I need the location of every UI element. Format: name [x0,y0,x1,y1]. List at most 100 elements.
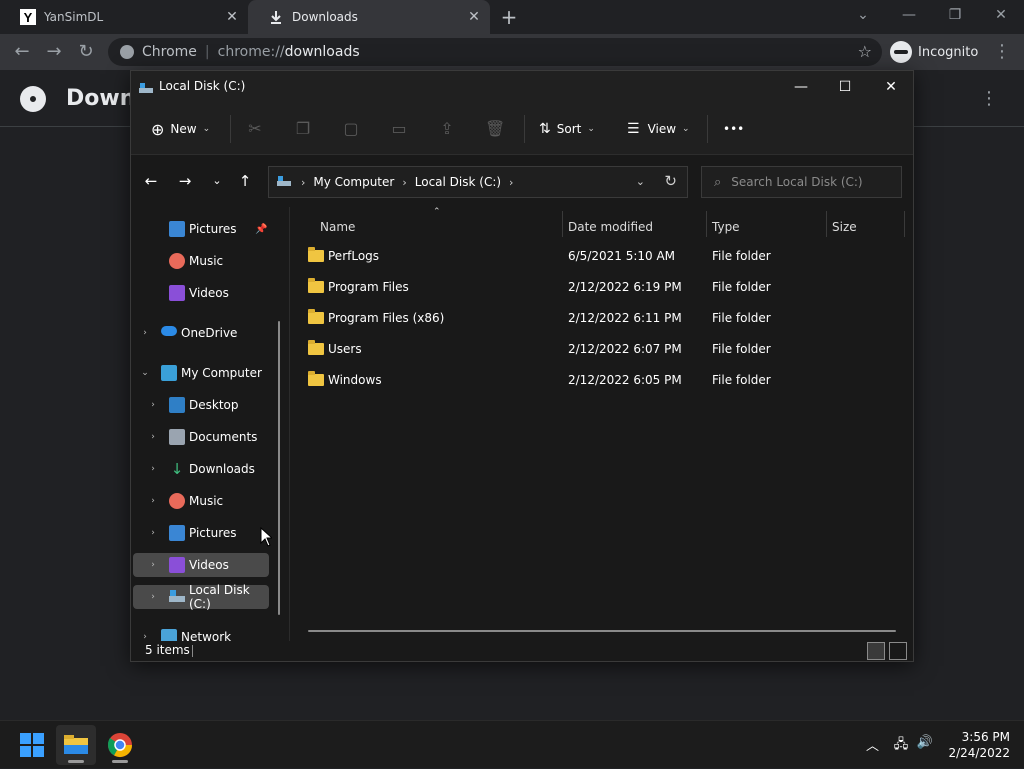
address-bar[interactable]: › My Computer › Local Disk (C:) › ⌄ ↻ [268,166,688,198]
omnibox[interactable]: Chrome | chrome:// downloads ☆ [108,38,882,66]
horizontal-scrollbar[interactable] [308,630,896,632]
minimize-icon[interactable]: — [787,75,815,99]
tab-yansimdl[interactable]: Y YanSimDL ✕ [0,0,248,34]
column-divider[interactable] [826,211,827,237]
bookmark-star-icon[interactable]: ☆ [858,42,872,61]
network-tray-icon[interactable]: 🖧 [892,735,910,753]
plus-circle-icon: ⊕ [151,119,165,139]
chevron-right-icon[interactable]: › [147,400,159,410]
breadcrumb-my-computer[interactable]: My Computer [313,175,394,189]
details-view-icon[interactable] [867,642,885,660]
url-path: downloads [284,44,360,60]
more-options-button[interactable]: ••• [723,117,744,141]
column-header-type[interactable]: Type [712,215,824,239]
chevron-right-icon[interactable]: › [147,592,159,602]
nav-item-music-quick[interactable]: Music [133,249,269,273]
site-label: Chrome [142,44,197,60]
pin-icon[interactable]: 📌 [255,224,267,235]
videos-icon [169,557,185,573]
breadcrumb-local-disk[interactable]: Local Disk (C:) [415,175,501,189]
refresh-icon[interactable]: ↻ [664,172,677,190]
search-box[interactable]: ⌕ Search Local Disk (C:) [701,166,902,198]
nav-item-network[interactable]: › Network [133,625,269,641]
large-icons-view-icon[interactable] [889,642,907,660]
back-icon[interactable]: ← [141,171,161,191]
nav-item-downloads[interactable]: › ↓ Downloads [133,457,269,481]
column-header-name[interactable]: Name [320,215,560,239]
column-divider[interactable] [904,211,905,237]
volume-icon[interactable]: 🔊 [916,735,934,753]
chevron-right-icon[interactable]: › [139,328,151,338]
table-row[interactable]: Program Files (x86) 2/12/2022 6:11 PM Fi… [306,307,896,331]
share-icon[interactable]: ⇪ [437,119,457,139]
delete-icon[interactable]: 🗑 [485,119,505,139]
restore-icon[interactable]: ❐ [940,4,970,26]
chevron-right-icon[interactable]: › [509,176,513,189]
downloads-menu-icon[interactable]: ⋮ [980,88,998,109]
copy-icon[interactable]: ❐ [293,119,313,139]
nav-item-videos-quick[interactable]: Videos [133,281,269,305]
nav-label: Videos [189,558,229,572]
rename-icon[interactable]: ▭ [389,119,409,139]
table-row[interactable]: Program Files 2/12/2022 6:19 PM File fol… [306,276,896,300]
nav-item-pictures[interactable]: › Pictures [133,521,269,545]
chevron-down-icon[interactable]: ⌄ [139,368,151,378]
up-icon[interactable]: ↑ [235,171,255,191]
table-row[interactable]: Users 2/12/2022 6:07 PM File folder [306,338,896,362]
taskbar-file-explorer[interactable] [56,725,96,765]
forward-icon[interactable]: → [175,171,195,191]
new-label: New [170,122,197,136]
chevron-right-icon[interactable]: › [139,632,151,641]
svg-text:Y: Y [24,10,33,25]
nav-item-my-computer[interactable]: ⌄ My Computer [133,361,269,385]
chevron-right-icon[interactable]: › [402,176,406,189]
view-button[interactable]: ☰ View ⌄ [627,117,690,141]
chevron-right-icon[interactable]: › [147,560,159,570]
close-tab-icon[interactable]: ✕ [224,9,240,25]
incognito-profile-button[interactable]: Incognito [890,40,978,64]
nav-item-documents[interactable]: › Documents [133,425,269,449]
nav-item-local-disk[interactable]: › Local Disk (C:) [133,583,269,611]
close-window-icon[interactable]: ✕ [986,4,1016,26]
nav-item-pictures-quick[interactable]: Pictures 📌 [133,217,269,241]
nav-item-onedrive[interactable]: › OneDrive [133,321,269,345]
recent-locations-icon[interactable]: ⌄ [207,171,227,191]
clock[interactable]: 3:56 PM 2/24/2022 [940,729,1010,761]
column-divider[interactable] [562,211,563,237]
nav-item-desktop[interactable]: › Desktop [133,393,269,417]
chevron-right-icon[interactable]: › [147,496,159,506]
nav-item-music[interactable]: › Music [133,489,269,513]
address-history-icon[interactable]: ⌄ [636,175,645,188]
tab-downloads[interactable]: Downloads ✕ [248,0,490,34]
close-window-icon[interactable]: ✕ [877,75,905,99]
navigation-scrollbar[interactable] [278,321,280,615]
tab-search-icon[interactable]: ⌄ [848,4,878,26]
chevron-right-icon[interactable]: › [147,528,159,538]
table-row[interactable]: PerfLogs 6/5/2021 5:10 AM File folder [306,245,896,269]
start-button[interactable] [12,725,52,765]
forward-icon[interactable]: → [42,40,66,64]
incognito-icon [890,41,912,63]
show-hidden-icons-icon[interactable]: ︿ [866,735,879,754]
table-row[interactable]: Windows 2/12/2022 6:05 PM File folder [306,369,896,393]
new-button[interactable]: ⊕ New ⌄ [151,117,210,141]
new-tab-button[interactable]: + [498,6,520,28]
taskbar-chrome[interactable] [100,725,140,765]
chevron-right-icon[interactable]: › [147,432,159,442]
maximize-icon[interactable]: ☐ [831,75,859,99]
back-icon[interactable]: ← [10,40,34,64]
close-tab-icon[interactable]: ✕ [466,9,482,25]
column-header-size[interactable]: Size [832,215,902,239]
paste-icon[interactable]: ▢ [341,119,361,139]
chevron-down-icon: ⌄ [587,124,595,134]
chevron-right-icon[interactable]: › [147,464,159,474]
column-divider[interactable] [706,211,707,237]
minimize-icon[interactable]: — [894,4,924,26]
sort-button[interactable]: ⇅ Sort ⌄ [539,117,595,141]
reload-icon[interactable]: ↻ [74,40,98,64]
chrome-menu-icon[interactable]: ⋮ [990,40,1014,64]
nav-item-videos[interactable]: › Videos [133,553,269,577]
cut-icon[interactable]: ✂ [245,119,265,139]
column-header-date[interactable]: Date modified [568,215,704,239]
chevron-right-icon[interactable]: › [301,176,305,189]
